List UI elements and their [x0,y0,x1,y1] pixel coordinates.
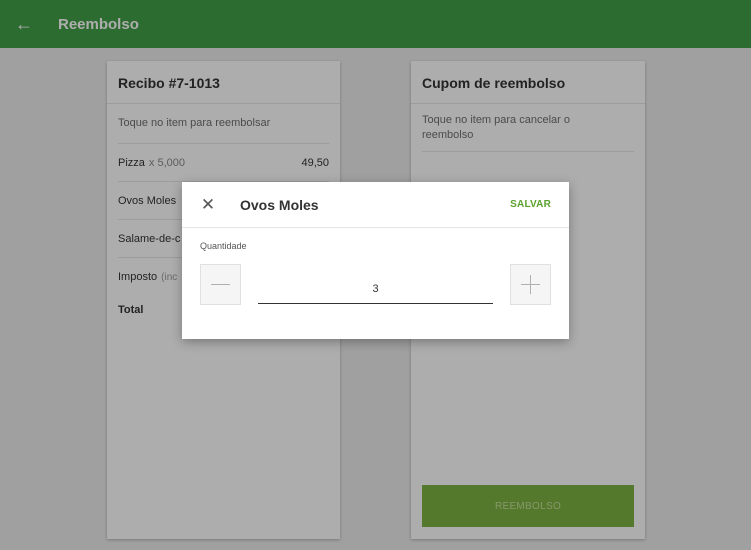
refund-screen: ← Reembolso Recibo #7-1013 Toque no item… [0,0,751,550]
dialog-title: Ovos Moles [240,196,319,213]
quantity-dialog: ✕ Ovos Moles SALVAR Quantidade [182,182,569,339]
decrement-button[interactable] [200,264,241,305]
quantity-field[interactable] [258,274,493,304]
plus-icon [521,275,540,294]
save-button[interactable]: SALVAR [510,199,551,210]
close-icon[interactable]: ✕ [197,194,219,216]
minus-icon [211,284,230,285]
dialog-header: ✕ Ovos Moles SALVAR [182,182,569,228]
quantity-label: Quantidade [200,241,247,251]
increment-button[interactable] [510,264,551,305]
